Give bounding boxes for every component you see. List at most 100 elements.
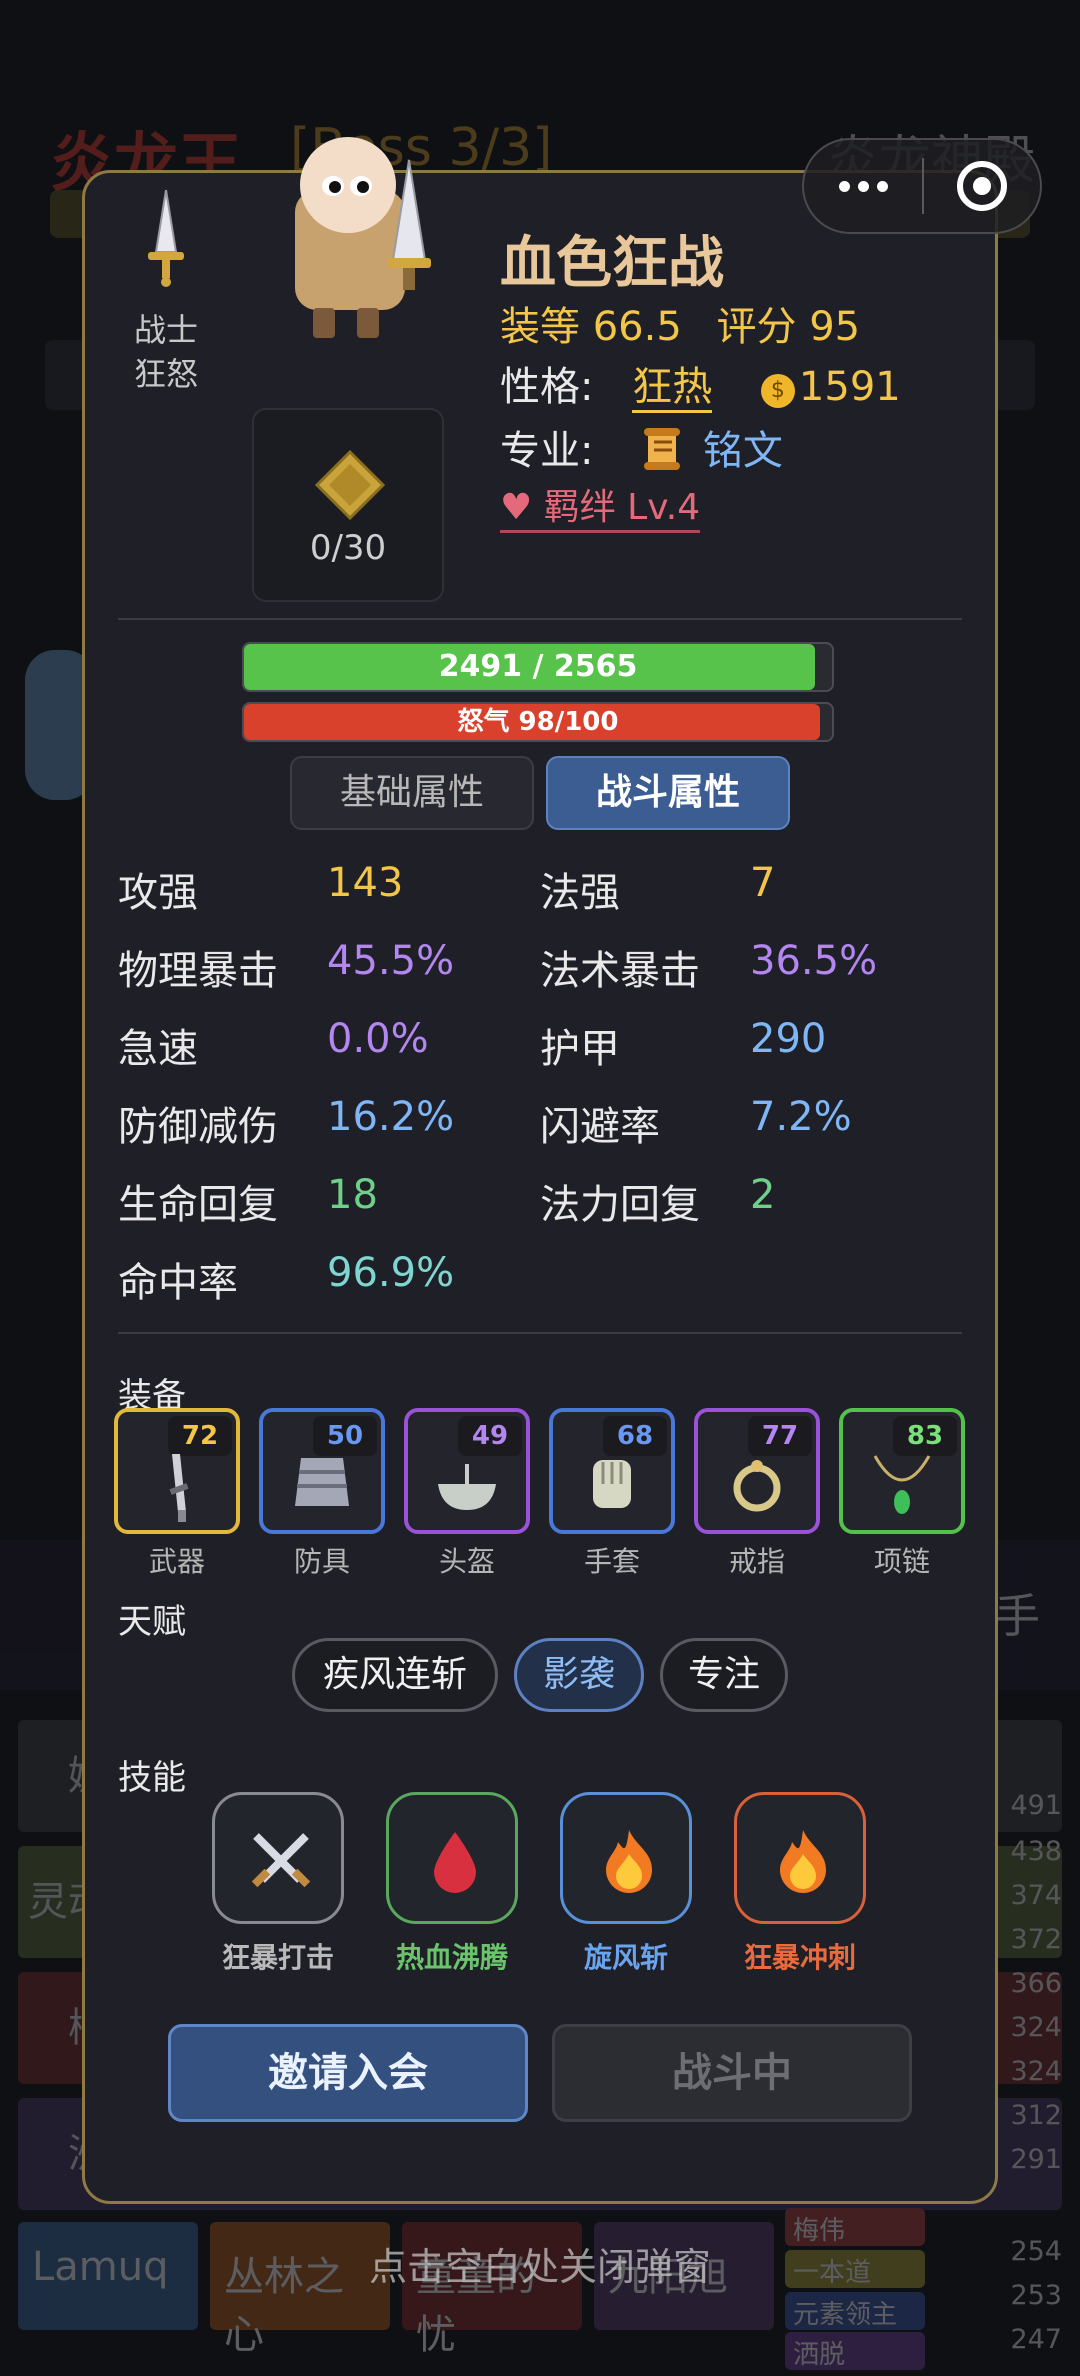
gold-amount: $1591: [760, 364, 901, 410]
skill-slot[interactable]: [560, 1792, 692, 1924]
rating-label: 评分: [716, 304, 797, 350]
rage-bar: 怒气 98/100: [242, 702, 834, 742]
personality-value[interactable]: 狂热: [632, 364, 713, 413]
skill-slot[interactable]: [734, 1792, 866, 1924]
gear-score-label: 装等: [500, 304, 580, 350]
equip-slot-ring[interactable]: 77: [694, 1408, 820, 1534]
equip-name: 手套: [583, 1545, 640, 1578]
stat-value: 7.2%: [750, 1094, 852, 1140]
stat-value: 2: [750, 1172, 776, 1218]
coin-icon: $: [760, 374, 795, 408]
skill-slot[interactable]: [212, 1792, 344, 1924]
invite-to-guild-button[interactable]: 邀请入会: [168, 2024, 528, 2122]
equip-slot-necklace[interactable]: 83: [839, 1408, 965, 1534]
profession-value[interactable]: 铭文: [703, 428, 783, 474]
equip-name: 防具: [293, 1545, 350, 1578]
scroll-icon: [644, 428, 681, 470]
class-block: 战士 狂怒: [112, 190, 220, 396]
stat-name: 法力回复: [540, 1182, 700, 1228]
close-hint[interactable]: 点击空白处关闭弹窗: [0, 2236, 1080, 2291]
hero-avatar: [295, 137, 431, 338]
divider: [118, 1332, 962, 1334]
rage-text: 怒气 98/100: [457, 707, 619, 737]
stat-value: 7: [750, 860, 776, 906]
gear-rating-line: 装等 66.5 评分 95: [500, 294, 860, 352]
skill-name: 狂暴打击: [221, 1941, 334, 1974]
crossed-swords-icon: [251, 1833, 311, 1888]
rune-slot[interactable]: 0/30: [252, 408, 444, 602]
skill-name: 狂暴冲刺: [743, 1941, 856, 1974]
stat-value: 16.2%: [327, 1094, 455, 1140]
gloves-icon: [593, 1460, 631, 1508]
stat-name: 攻强: [118, 870, 198, 916]
class-name: 战士: [133, 311, 198, 349]
equip-name: 头盔: [438, 1545, 495, 1578]
heart-icon: ♥: [500, 487, 533, 528]
stat-name: 法术暴击: [540, 948, 700, 994]
bg-tag: 元素领主: [785, 2292, 925, 2330]
divider: [118, 618, 962, 620]
gear-score: 66.5: [592, 304, 682, 350]
rune-count: 0/30: [309, 528, 387, 568]
sword-icon: [169, 1454, 189, 1522]
stat-name: 法强: [540, 870, 620, 916]
profession-line: 专业: 铭文: [500, 418, 783, 476]
stat-value: 143: [327, 860, 404, 906]
stat-value: 0.0%: [327, 1016, 429, 1062]
spec-name: 狂怒: [133, 355, 198, 393]
skill-slot[interactable]: [386, 1792, 518, 1924]
bg-rank: 247: [1010, 2324, 1062, 2355]
talent-chip[interactable]: 疾风连斩: [292, 1638, 498, 1712]
stat-value: 290: [750, 1016, 827, 1062]
equip-slot-gloves[interactable]: 68: [549, 1408, 675, 1534]
hp-text: 2491 / 2565: [438, 649, 638, 684]
armor-icon: [295, 1458, 349, 1506]
flame-icon: [606, 1830, 652, 1893]
bg-tag: 洒脱: [785, 2332, 925, 2370]
stat-name: 防御减伤: [118, 1104, 278, 1150]
stat-value: 36.5%: [750, 938, 878, 984]
ellipsis-icon[interactable]: [804, 140, 922, 232]
stat-name: 命中率: [118, 1260, 238, 1306]
talent-chip[interactable]: 专注: [660, 1638, 788, 1712]
equip-name: 武器: [148, 1545, 205, 1578]
stat-value: 18: [327, 1172, 378, 1218]
in-combat-button[interactable]: 战斗中: [552, 2024, 912, 2122]
tab-basic-attributes[interactable]: 基础属性: [290, 756, 534, 830]
rune-stone-icon: [315, 450, 385, 520]
talents-title: 天赋: [118, 1602, 186, 1642]
equip-slot-weapon[interactable]: 72: [114, 1408, 240, 1534]
stat-name: 急速: [118, 1026, 198, 1072]
talent-chip-active[interactable]: 影袭: [514, 1638, 644, 1712]
equip-name: 戒指: [728, 1545, 785, 1578]
stat-name: 护甲: [540, 1026, 620, 1072]
helmet-icon: [438, 1464, 496, 1510]
equip-slot-armor[interactable]: 50: [259, 1408, 385, 1534]
personality-label: 性格:: [500, 364, 594, 410]
bond-level: 羁绊 Lv.4: [543, 487, 701, 528]
personality-line: 性格: 狂热 $1591: [500, 354, 901, 413]
stat-name: 生命回复: [118, 1182, 278, 1228]
necklace-icon: [873, 1455, 931, 1514]
bond-link[interactable]: ♥ 羁绊 Lv.4: [500, 478, 701, 533]
mini-program-capsule: [802, 138, 1042, 234]
tab-combat-attributes[interactable]: 战斗属性: [546, 756, 790, 830]
skill-name: 旋风斩: [583, 1941, 668, 1974]
flame-icon: [780, 1830, 826, 1893]
blood-drop-icon: [434, 1832, 476, 1893]
profession-label: 专业:: [500, 428, 594, 474]
character-name: 血色狂战: [500, 231, 724, 296]
stat-name: 闪避率: [540, 1104, 660, 1150]
equip-name: 项链: [873, 1545, 930, 1578]
stat-value: 96.9%: [327, 1250, 455, 1296]
target-close-icon[interactable]: [924, 140, 1040, 232]
stat-name: 物理暴击: [118, 948, 278, 994]
rating-value: 95: [809, 304, 861, 350]
hp-bar: 2491 / 2565: [242, 642, 834, 692]
ring-icon: [733, 1460, 781, 1512]
equip-slot-helmet[interactable]: 49: [404, 1408, 530, 1534]
skills-title: 技能: [118, 1758, 186, 1798]
stat-value: 45.5%: [327, 938, 455, 984]
dagger-icon: [148, 190, 184, 287]
skill-name: 热血沸腾: [395, 1941, 508, 1974]
